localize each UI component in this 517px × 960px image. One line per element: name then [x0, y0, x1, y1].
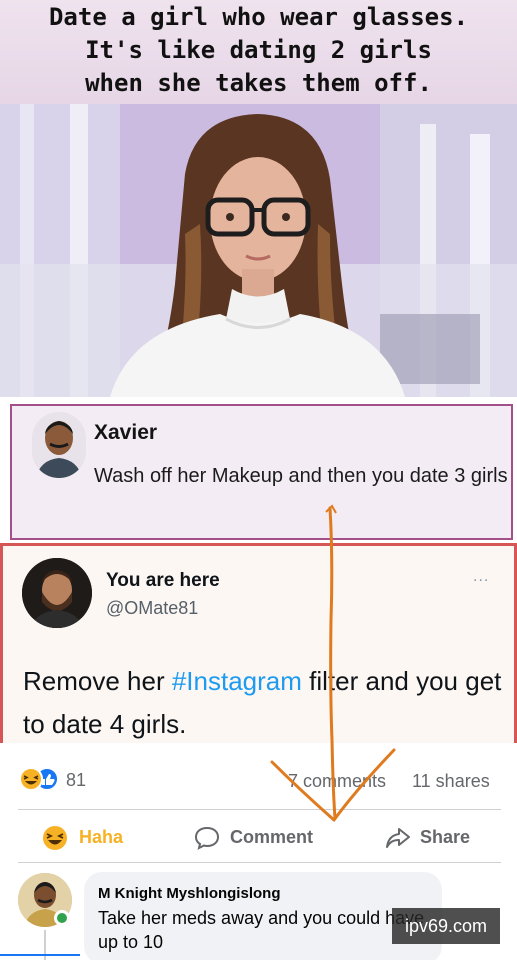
xavier-comment-text: Wash off her Makeup and then you date 3 …	[94, 465, 508, 487]
tweet-author-name[interactable]: You are here	[106, 570, 220, 592]
divider	[18, 809, 501, 810]
comment-text: Take her meds away and you could have up…	[98, 908, 425, 952]
shares-count-link[interactable]: 11 shares	[412, 771, 490, 792]
meme-caption-line: when she takes them off.	[85, 69, 432, 97]
tweet-text: Remove her #Instagram filter and you get…	[23, 660, 503, 746]
meme-photo	[0, 104, 517, 397]
comment-icon	[194, 826, 220, 850]
comment-bubble[interactable]: M Knight Myshlongislong Take her meds aw…	[84, 872, 442, 960]
watermark: ipv69.com	[392, 908, 500, 944]
instagram-hashtag-link[interactable]: #Instagram	[172, 666, 302, 696]
meme-caption: Date a girl who wear glasses. It's like …	[0, 0, 517, 104]
haha-label: Haha	[79, 827, 124, 847]
post-actions-row: Haha Comment Share	[0, 811, 517, 863]
xavier-comment-card: Xavier Wash off her Makeup and then you …	[10, 404, 513, 540]
share-icon	[386, 828, 410, 848]
more-options-icon[interactable]: ...	[473, 568, 489, 586]
meme-caption-line: Date a girl who wear glasses.	[48, 3, 469, 31]
divider	[18, 862, 501, 863]
xavier-name: Xavier	[94, 421, 158, 444]
reaction-count[interactable]: 81	[66, 770, 86, 791]
online-status-indicator	[54, 910, 70, 926]
reaction-icons[interactable]	[19, 767, 59, 791]
woman-with-glasses-photo	[0, 104, 517, 397]
tweet-author-handle[interactable]: @OMate81	[106, 598, 198, 619]
tweet-text-before: Remove her	[23, 666, 172, 696]
active-underline	[0, 954, 80, 956]
comments-count-link[interactable]: 7 comments	[288, 771, 386, 792]
tweet-card: You are here @OMate81 ... Remove her #In…	[0, 543, 517, 743]
xavier-avatar	[32, 412, 86, 478]
comment-label: Comment	[230, 827, 314, 847]
haha-icon	[43, 826, 67, 850]
comment-author[interactable]: M Knight Myshlongislong	[98, 885, 280, 902]
haha-icon	[19, 767, 43, 791]
meme-caption-line: It's like dating 2 girls	[85, 36, 432, 64]
tweet-avatar	[22, 558, 92, 628]
share-label: Share	[420, 827, 471, 847]
